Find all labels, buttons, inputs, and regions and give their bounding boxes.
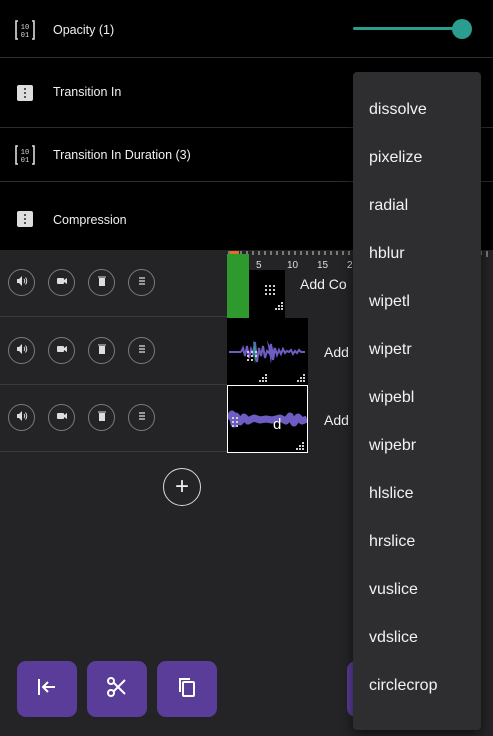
audio-clip-waveform[interactable]: d [227, 385, 308, 453]
dropdown-option[interactable]: hrslice [369, 532, 415, 552]
plus-icon: + [174, 473, 189, 500]
trash-icon [96, 409, 108, 427]
audio-clip-waveform[interactable] [227, 318, 308, 385]
timeline-clip[interactable] [249, 270, 285, 318]
menu-lines-icon [136, 342, 148, 360]
trash-icon [96, 342, 108, 360]
track-controls [0, 385, 227, 452]
dropdown-option[interactable]: pixelize [369, 148, 422, 168]
jump-to-start-button[interactable] [17, 661, 77, 717]
svg-text:01: 01 [21, 32, 29, 40]
property-row-opacity: 10 01 Opacity (1) [0, 0, 493, 58]
transition-dropdown-menu: dissolve pixelize radial hblur wipetl wi… [353, 72, 481, 730]
svg-text:10: 10 [21, 149, 29, 157]
dropdown-option[interactable]: radial [369, 196, 408, 216]
video-button[interactable] [48, 337, 75, 364]
trash-icon [96, 274, 108, 292]
volume-button[interactable] [8, 404, 35, 431]
ruler-tick-label: 2 [347, 260, 353, 271]
dropdown-option[interactable]: wipetl [369, 292, 410, 312]
video-button[interactable] [48, 404, 75, 431]
video-button[interactable] [48, 269, 75, 296]
dropdown-option[interactable]: hblur [369, 244, 405, 264]
resize-handle-icon[interactable] [274, 298, 283, 316]
add-clip-label[interactable]: Add [324, 344, 349, 360]
delete-track-button[interactable] [88, 269, 115, 296]
binary-icon: 10 01 [14, 144, 36, 166]
camera-icon [56, 342, 68, 360]
select-icon [14, 82, 36, 104]
dropdown-option[interactable]: wipebr [369, 436, 416, 456]
dropdown-option[interactable]: wipebl [369, 388, 414, 408]
duplicate-button[interactable] [157, 661, 217, 717]
svg-text:01: 01 [21, 157, 29, 165]
property-label: Compression [53, 213, 127, 227]
dropdown-option[interactable]: vdslice [369, 628, 418, 648]
track-menu-button[interactable] [128, 404, 155, 431]
svg-text:10: 10 [21, 24, 29, 32]
camera-icon [56, 274, 68, 292]
ruler-tick-label: 15 [317, 260, 329, 271]
dropdown-option[interactable]: vuslice [369, 580, 418, 600]
track-controls [0, 250, 227, 317]
scissors-icon [105, 675, 129, 704]
property-label: Transition In Duration (3) [53, 148, 191, 162]
add-clip-label[interactable]: Add [324, 412, 349, 428]
binary-icon: 10 01 [14, 19, 36, 41]
timeline-clip[interactable] [227, 254, 249, 318]
dropdown-option[interactable]: dissolve [369, 100, 427, 120]
track-controls [0, 318, 227, 385]
delete-track-button[interactable] [88, 404, 115, 431]
opacity-slider-thumb[interactable] [452, 19, 472, 39]
clip-label: d [273, 416, 282, 433]
dropdown-option[interactable]: wipetr [369, 340, 412, 360]
add-track-button[interactable]: + [163, 468, 201, 506]
delete-track-button[interactable] [88, 337, 115, 364]
camera-icon [56, 409, 68, 427]
select-icon [14, 208, 36, 230]
add-clip-label[interactable]: Add Co [300, 276, 347, 292]
property-label: Transition In [53, 85, 122, 99]
menu-lines-icon [136, 409, 148, 427]
volume-icon [16, 342, 28, 360]
track-menu-button[interactable] [128, 269, 155, 296]
volume-button[interactable] [8, 269, 35, 296]
copy-icon [175, 675, 199, 704]
ruler-tick-label: 10 [287, 260, 299, 271]
volume-icon [16, 274, 28, 292]
dropdown-option[interactable]: circlecrop [369, 676, 437, 696]
menu-lines-icon [136, 274, 148, 292]
split-button[interactable] [87, 661, 147, 717]
track-menu-button[interactable] [128, 337, 155, 364]
volume-button[interactable] [8, 337, 35, 364]
arrow-left-to-line-icon [35, 675, 59, 704]
dropdown-option[interactable]: hlslice [369, 484, 413, 504]
volume-icon [16, 409, 28, 427]
property-label: Opacity (1) [53, 23, 115, 37]
opacity-slider-track[interactable] [353, 27, 463, 30]
